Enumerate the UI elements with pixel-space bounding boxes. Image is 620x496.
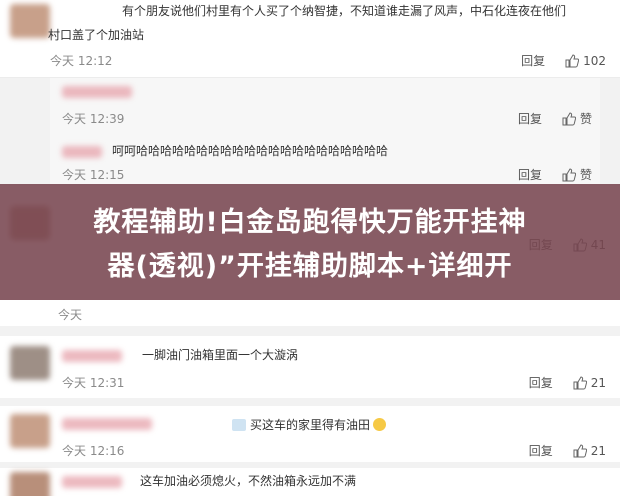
thumbs-up-icon [565, 53, 580, 67]
banner-title-line2: 器(透视)”开挂辅助脚本+详细开 [107, 251, 513, 282]
reply-button[interactable]: 回复 [521, 52, 545, 69]
section-gap [0, 398, 620, 406]
like-label: 赞 [579, 168, 592, 182]
avatar[interactable] [10, 414, 50, 448]
comment-time: 今天 [58, 308, 83, 322]
reply-button[interactable]: 回复 [529, 442, 553, 459]
section-gap [0, 326, 620, 336]
reply-button[interactable]: 回复 [518, 166, 542, 183]
like-button[interactable]: 赞 [562, 110, 592, 127]
blurred-username [62, 476, 122, 488]
blurred-username [62, 350, 122, 362]
thumbs-up-icon [573, 375, 587, 389]
comment-text: 呵呵哈哈哈哈哈哈哈哈哈哈哈哈哈哈哈哈哈哈哈哈哈 [112, 144, 389, 158]
comment-item: 有个朋友说他们村里有个人买了个纳智捷，不知道谁走漏了风声，中石化连夜在他们 村口… [0, 0, 620, 78]
blurred-username [62, 418, 152, 430]
comment-time: 今天 12:12 [50, 54, 113, 68]
like-label: 赞 [579, 112, 592, 126]
avatar[interactable] [10, 4, 50, 38]
vip-badge-icon [232, 419, 246, 431]
comment-text-line1: 有个朋友说他们村里有个人买了个纳智捷，不知道谁走漏了风声，中石化连夜在他们 [122, 4, 567, 18]
comment-time: 今天 12:15 [62, 168, 125, 182]
comment-text: 这车加油必须熄火，不然油箱永远加不满 [140, 474, 357, 488]
title-banner: 教程辅助!白金岛跑得快万能开挂神 器(透视)”开挂辅助脚本+详细开 [0, 184, 620, 300]
reply-thread: 今天 12:39 回复 赞 [50, 78, 600, 134]
smile-emoji-icon [373, 418, 387, 431]
comment-item: 这车加油必须熄火，不然油箱永远加不满 [0, 468, 620, 496]
comment-actions: 回复 赞 [518, 166, 592, 183]
comment-feed: 有个朋友说他们村里有个人买了个纳智捷，不知道谁走漏了风声，中石化连夜在他们 村口… [0, 0, 620, 496]
like-count: 21 [590, 375, 606, 390]
reply-button[interactable]: 回复 [518, 110, 542, 127]
banner-title-line1: 教程辅助!白金岛跑得快万能开挂神 [93, 207, 527, 238]
thumbs-up-icon [562, 167, 576, 181]
comment-actions: 回复 21 [529, 442, 606, 459]
reply-thread: 呵呵哈哈哈哈哈哈哈哈哈哈哈哈哈哈哈哈哈哈哈哈哈 今天 12:15 回复 赞 [50, 134, 600, 186]
avatar[interactable] [10, 472, 50, 496]
comment-text-wrapper: 买这车的家里得有油田 [232, 416, 387, 434]
comment-actions: 回复 赞 [518, 110, 592, 127]
like-button[interactable]: 102 [565, 54, 606, 68]
comment-text: 一脚油门油箱里面一个大漩涡 [142, 348, 299, 362]
thumbs-up-icon [562, 111, 576, 125]
like-button[interactable]: 21 [573, 444, 606, 458]
blurred-username [62, 146, 102, 158]
like-count: 102 [583, 53, 606, 68]
reply-button[interactable]: 回复 [529, 374, 553, 391]
like-count: 21 [590, 443, 606, 458]
comment-item: 一脚油门油箱里面一个大漩涡 今天 12:31 回复 21 [0, 336, 620, 398]
comment-text: 买这车的家里得有油田 [250, 418, 371, 432]
avatar[interactable] [10, 346, 50, 380]
comment-text-line2: 村口盖了个加油站 [48, 28, 145, 42]
comment-actions: 回复 102 [521, 52, 606, 69]
comment-actions: 回复 21 [529, 374, 606, 391]
comment-time: 今天 12:39 [62, 112, 125, 126]
blurred-username [62, 86, 132, 98]
comment-item: 买这车的家里得有油田 今天 12:16 回复 21 [0, 406, 620, 462]
comment-time: 今天 12:16 [62, 444, 125, 458]
thumbs-up-icon [573, 443, 587, 457]
like-button[interactable]: 赞 [562, 166, 592, 183]
comment-time: 今天 12:31 [62, 376, 125, 390]
like-button[interactable]: 21 [573, 376, 606, 390]
